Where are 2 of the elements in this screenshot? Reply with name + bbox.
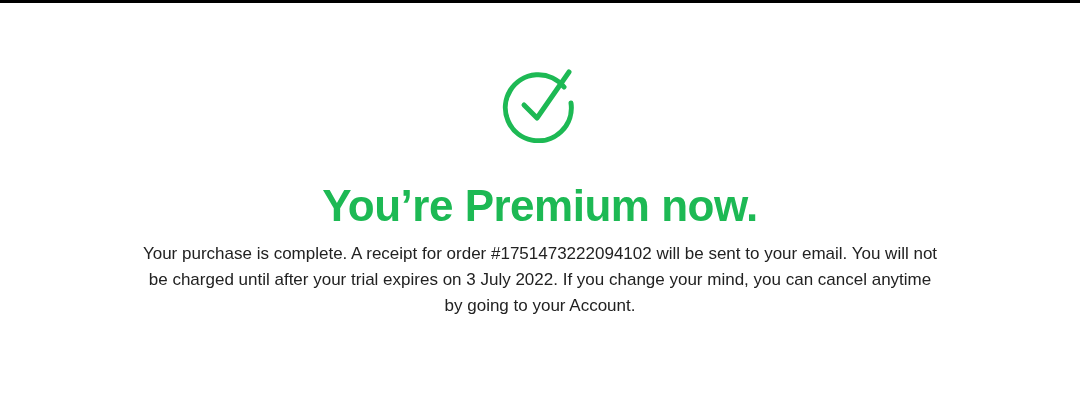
heading: You’re Premium now. (322, 181, 758, 231)
confirmation-message: Your purchase is complete. A receipt for order #1751473222094102 will be sent to your email. You will not be charged until after your trial expires on 3 July 2022. If you change your mind, you can cancel anytime by going to your Account. (141, 243, 939, 317)
